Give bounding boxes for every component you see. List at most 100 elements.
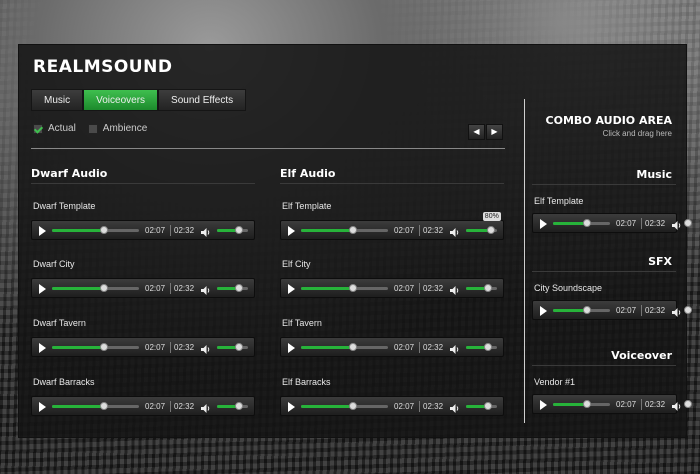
play-icon[interactable] — [288, 343, 295, 353]
volume-icon[interactable] — [672, 218, 682, 230]
seek-bar[interactable] — [553, 400, 610, 408]
seek-handle[interactable] — [100, 343, 109, 351]
play-icon[interactable] — [288, 226, 295, 236]
seek-progress — [301, 346, 354, 349]
seek-handle[interactable] — [100, 226, 109, 234]
seek-handle[interactable] — [583, 400, 592, 408]
play-icon[interactable] — [540, 306, 547, 316]
volume-bar[interactable] — [466, 284, 497, 292]
elapsed-time: 02:07 — [145, 284, 166, 293]
volume-icon[interactable] — [201, 342, 211, 354]
filter-ambience[interactable]: Ambience — [87, 123, 147, 134]
play-icon[interactable] — [39, 226, 46, 236]
volume-icon[interactable] — [672, 399, 682, 411]
volume-handle[interactable] — [684, 400, 692, 408]
seek-bar[interactable] — [52, 402, 139, 410]
play-icon[interactable] — [39, 343, 46, 353]
seek-bar[interactable] — [301, 343, 388, 351]
volume-bar[interactable] — [466, 226, 497, 234]
seek-progress — [52, 229, 105, 232]
volume-bar[interactable] — [217, 284, 248, 292]
volume-icon[interactable] — [201, 283, 211, 295]
volume-handle[interactable] — [234, 284, 243, 292]
volume-handle[interactable] — [483, 343, 492, 351]
volume-icon[interactable] — [450, 283, 460, 295]
duration-time: 02:32 — [645, 306, 666, 315]
volume-icon[interactable] — [450, 225, 460, 237]
seek-bar[interactable] — [52, 226, 139, 234]
audio-player: 02:07 02:32 — [532, 394, 692, 414]
seek-progress — [553, 403, 588, 406]
combo-section-heading: Voiceover — [611, 349, 672, 362]
volume-bar[interactable] — [217, 226, 248, 234]
combo-section-heading: Music — [636, 168, 672, 181]
audio-player: 02:07 02:32 — [31, 220, 255, 240]
tab-music[interactable]: Music — [31, 89, 84, 111]
tab-sound-effects[interactable]: Sound Effects — [158, 89, 247, 111]
seek-bar[interactable] — [52, 343, 139, 351]
play-icon[interactable] — [39, 284, 46, 294]
seek-handle[interactable] — [349, 343, 358, 351]
tab-voiceovers[interactable]: Voiceovers — [83, 89, 159, 111]
seek-handle[interactable] — [349, 226, 358, 234]
elapsed-time: 02:07 — [145, 402, 166, 411]
play-icon[interactable] — [540, 400, 547, 410]
elapsed-time: 02:07 — [145, 343, 166, 352]
seek-handle[interactable] — [100, 402, 109, 410]
seek-bar[interactable] — [301, 284, 388, 292]
audio-player: 02:07 02:32 — [280, 396, 504, 416]
seek-bar[interactable] — [553, 219, 610, 227]
volume-icon[interactable] — [450, 342, 460, 354]
duration-time: 02:32 — [174, 402, 195, 411]
combo-divider — [524, 99, 525, 423]
seek-handle[interactable] — [583, 219, 592, 227]
play-icon[interactable] — [288, 402, 295, 412]
elapsed-time: 02:07 — [145, 226, 166, 235]
time-separator — [170, 401, 171, 412]
volume-bar[interactable] — [466, 402, 497, 410]
next-button[interactable]: ▶ — [486, 124, 503, 140]
play-icon[interactable] — [540, 219, 547, 229]
duration-time: 02:32 — [423, 284, 444, 293]
actual-checkbox[interactable] — [33, 123, 43, 134]
play-icon[interactable] — [288, 284, 295, 294]
volume-handle[interactable] — [483, 402, 492, 410]
column-rule — [280, 183, 504, 184]
volume-handle[interactable] — [684, 306, 692, 314]
volume-handle[interactable] — [234, 343, 243, 351]
seek-bar[interactable] — [301, 402, 388, 410]
volume-handle[interactable] — [483, 284, 492, 292]
seek-bar[interactable] — [553, 306, 610, 314]
volume-bar[interactable] — [217, 402, 248, 410]
combo-title: COMBO AUDIO AREA — [545, 114, 672, 127]
audio-player: 02:07 02:32 — [532, 300, 692, 320]
ambience-checkbox[interactable] — [87, 123, 98, 134]
volume-icon[interactable] — [201, 225, 211, 237]
volume-icon[interactable] — [672, 305, 682, 317]
play-icon[interactable] — [39, 402, 46, 412]
seek-bar[interactable] — [301, 226, 388, 234]
prev-button[interactable]: ◀ — [468, 124, 485, 140]
combo-subtitle: Click and drag here — [602, 129, 672, 138]
volume-icon[interactable] — [201, 401, 211, 413]
volume-handle[interactable] — [486, 226, 495, 234]
seek-handle[interactable] — [583, 306, 592, 314]
seek-handle[interactable] — [100, 284, 109, 292]
volume-handle[interactable] — [234, 402, 243, 410]
volume-handle[interactable] — [234, 226, 243, 234]
elapsed-time: 02:07 — [394, 226, 415, 235]
combo-section-rule — [532, 271, 676, 272]
filter-actual[interactable]: Actual — [33, 123, 76, 134]
seek-handle[interactable] — [349, 284, 358, 292]
seek-progress — [301, 405, 354, 408]
combo-item-label: City Soundscape — [534, 283, 603, 293]
combo-section-rule — [532, 184, 676, 185]
volume-bar[interactable] — [217, 343, 248, 351]
seek-bar[interactable] — [52, 284, 139, 292]
seek-handle[interactable] — [349, 402, 358, 410]
elapsed-time: 02:07 — [616, 306, 637, 315]
volume-bar[interactable] — [466, 343, 497, 351]
time-separator — [170, 283, 171, 294]
volume-handle[interactable] — [684, 219, 692, 227]
volume-icon[interactable] — [450, 401, 460, 413]
